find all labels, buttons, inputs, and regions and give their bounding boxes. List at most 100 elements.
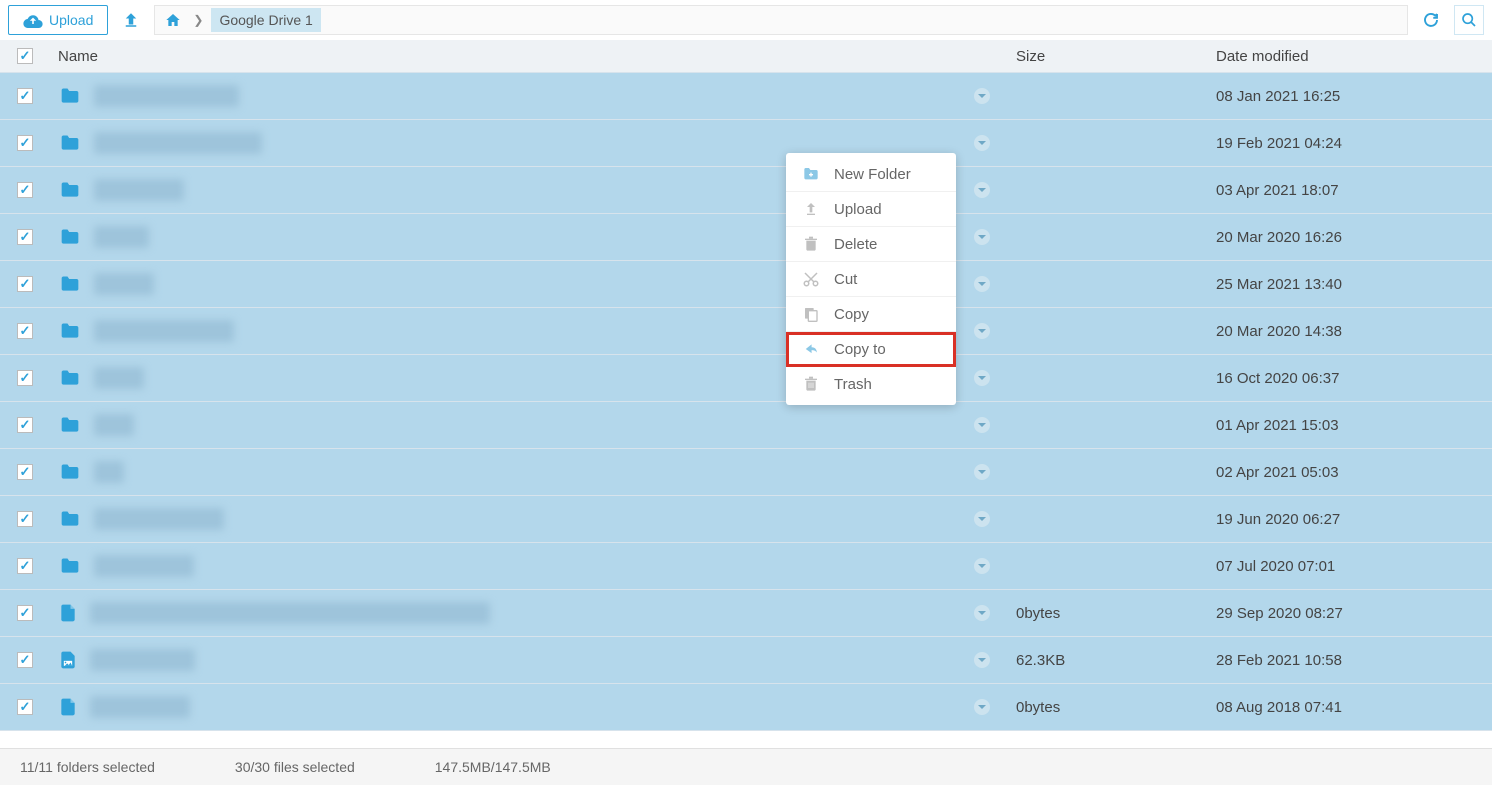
table-row[interactable]: 0bytes08 Aug 2018 07:41 bbox=[0, 684, 1492, 731]
table-row[interactable]: 19 Feb 2021 04:24 bbox=[0, 120, 1492, 167]
menu-item-new-folder[interactable]: New Folder bbox=[786, 157, 956, 192]
row-checkbox[interactable] bbox=[17, 135, 33, 151]
menu-item-label: Copy bbox=[834, 306, 869, 323]
row-menu-button[interactable] bbox=[974, 699, 990, 715]
table-row[interactable]: 03 Apr 2021 18:07 bbox=[0, 167, 1492, 214]
table-row[interactable]: 07 Jul 2020 07:01 bbox=[0, 543, 1492, 590]
file-date: 01 Apr 2021 15:03 bbox=[1212, 417, 1492, 434]
row-menu-button[interactable] bbox=[974, 370, 990, 386]
row-menu-button[interactable] bbox=[974, 511, 990, 527]
row-checkbox[interactable] bbox=[17, 511, 33, 527]
file-date: 20 Mar 2020 14:38 bbox=[1212, 323, 1492, 340]
status-files: 30/30 files selected bbox=[235, 759, 355, 775]
row-menu-button[interactable] bbox=[974, 605, 990, 621]
upload-icon bbox=[802, 200, 820, 218]
image-file-icon bbox=[58, 648, 78, 672]
breadcrumb-current[interactable]: Google Drive 1 bbox=[211, 8, 320, 32]
row-checkbox[interactable] bbox=[17, 88, 33, 104]
menu-item-upload[interactable]: Upload bbox=[786, 192, 956, 227]
folder-icon bbox=[58, 509, 82, 529]
upload-button[interactable]: Upload bbox=[8, 5, 108, 35]
refresh-button[interactable] bbox=[1416, 5, 1446, 35]
row-menu-button[interactable] bbox=[974, 182, 990, 198]
delete-icon bbox=[802, 235, 820, 253]
file-name-redacted bbox=[94, 555, 194, 577]
column-header-name[interactable]: Name bbox=[50, 48, 952, 65]
table-row[interactable]: 20 Mar 2020 14:38 bbox=[0, 308, 1492, 355]
row-menu-button[interactable] bbox=[974, 229, 990, 245]
folder-icon bbox=[58, 180, 82, 200]
upload-label: Upload bbox=[49, 12, 93, 28]
row-menu-button[interactable] bbox=[974, 323, 990, 339]
row-menu-button[interactable] bbox=[974, 135, 990, 151]
table-row[interactable]: 08 Jan 2021 16:25 bbox=[0, 73, 1492, 120]
menu-item-delete[interactable]: Delete bbox=[786, 227, 956, 262]
row-checkbox[interactable] bbox=[17, 605, 33, 621]
menu-item-copy-to[interactable]: Copy to bbox=[786, 332, 956, 367]
row-checkbox[interactable] bbox=[17, 370, 33, 386]
cloud-up-icon bbox=[23, 12, 43, 28]
file-list[interactable]: 08 Jan 2021 16:25 19 Feb 2021 04:2403 Apr… bbox=[0, 73, 1492, 748]
table-row[interactable]: 25 Mar 2021 13:40 bbox=[0, 261, 1492, 308]
row-checkbox[interactable] bbox=[17, 464, 33, 480]
toolbar: Upload ❯ Google Drive 1 bbox=[0, 0, 1492, 40]
file-date: 20 Mar 2020 16:26 bbox=[1212, 229, 1492, 246]
table-row[interactable]: 20 Mar 2020 16:26 bbox=[0, 214, 1492, 261]
row-checkbox[interactable] bbox=[17, 558, 33, 574]
row-checkbox[interactable] bbox=[17, 699, 33, 715]
table-row[interactable]: 01 Apr 2021 15:03 bbox=[0, 402, 1492, 449]
file-date: 16 Oct 2020 06:37 bbox=[1212, 370, 1492, 387]
trash-icon bbox=[802, 375, 820, 393]
up-one-level-button[interactable] bbox=[116, 5, 146, 35]
status-bar: 11/11 folders selected 30/30 files selec… bbox=[0, 748, 1492, 785]
file-name-redacted bbox=[94, 508, 224, 530]
table-row[interactable]: 62.3KB28 Feb 2021 10:58 bbox=[0, 637, 1492, 684]
menu-item-label: Trash bbox=[834, 376, 872, 393]
search-button[interactable] bbox=[1454, 5, 1484, 35]
table-row[interactable]: 16 Oct 2020 06:37 bbox=[0, 355, 1492, 402]
file-name-redacted bbox=[94, 226, 149, 248]
menu-item-cut[interactable]: Cut bbox=[786, 262, 956, 297]
file-name-redacted bbox=[94, 414, 134, 436]
row-menu-button[interactable] bbox=[974, 88, 990, 104]
row-checkbox[interactable] bbox=[17, 229, 33, 245]
row-checkbox[interactable] bbox=[17, 323, 33, 339]
row-checkbox[interactable] bbox=[17, 417, 33, 433]
file-date: 08 Jan 2021 16:25 bbox=[1212, 88, 1492, 105]
file-name-redacted bbox=[94, 320, 234, 342]
menu-item-label: Copy to bbox=[834, 341, 886, 358]
row-menu-button[interactable] bbox=[974, 652, 990, 668]
status-folders: 11/11 folders selected bbox=[20, 759, 155, 775]
home-icon[interactable] bbox=[161, 5, 185, 35]
file-name-redacted bbox=[90, 602, 490, 624]
row-menu-button[interactable] bbox=[974, 417, 990, 433]
folder-icon bbox=[58, 321, 82, 341]
row-menu-button[interactable] bbox=[974, 464, 990, 480]
file-name-redacted bbox=[94, 132, 262, 154]
folder-icon bbox=[58, 274, 82, 294]
status-size: 147.5MB/147.5MB bbox=[435, 759, 551, 775]
menu-item-trash[interactable]: Trash bbox=[786, 367, 956, 401]
table-row[interactable]: 02 Apr 2021 05:03 bbox=[0, 449, 1492, 496]
row-checkbox[interactable] bbox=[17, 182, 33, 198]
table-row[interactable]: 19 Jun 2020 06:27 bbox=[0, 496, 1492, 543]
column-header-date[interactable]: Date modified bbox=[1212, 48, 1492, 65]
menu-item-label: Delete bbox=[834, 236, 877, 253]
file-date: 19 Jun 2020 06:27 bbox=[1212, 511, 1492, 528]
file-name-redacted bbox=[94, 273, 154, 295]
select-all-checkbox[interactable] bbox=[17, 48, 33, 64]
row-menu-button[interactable] bbox=[974, 276, 990, 292]
column-header-size[interactable]: Size bbox=[1012, 48, 1212, 65]
menu-item-copy[interactable]: Copy bbox=[786, 297, 956, 332]
table-row[interactable]: 0bytes29 Sep 2020 08:27 bbox=[0, 590, 1492, 637]
row-menu-button[interactable] bbox=[974, 558, 990, 574]
folder-icon bbox=[58, 133, 82, 153]
row-checkbox[interactable] bbox=[17, 652, 33, 668]
folder-icon bbox=[58, 556, 82, 576]
row-checkbox[interactable] bbox=[17, 276, 33, 292]
folder-icon bbox=[58, 227, 82, 247]
file-name-redacted bbox=[94, 179, 184, 201]
copy-to-icon bbox=[802, 340, 820, 358]
file-date: 25 Mar 2021 13:40 bbox=[1212, 276, 1492, 293]
file-name-redacted bbox=[94, 461, 124, 483]
